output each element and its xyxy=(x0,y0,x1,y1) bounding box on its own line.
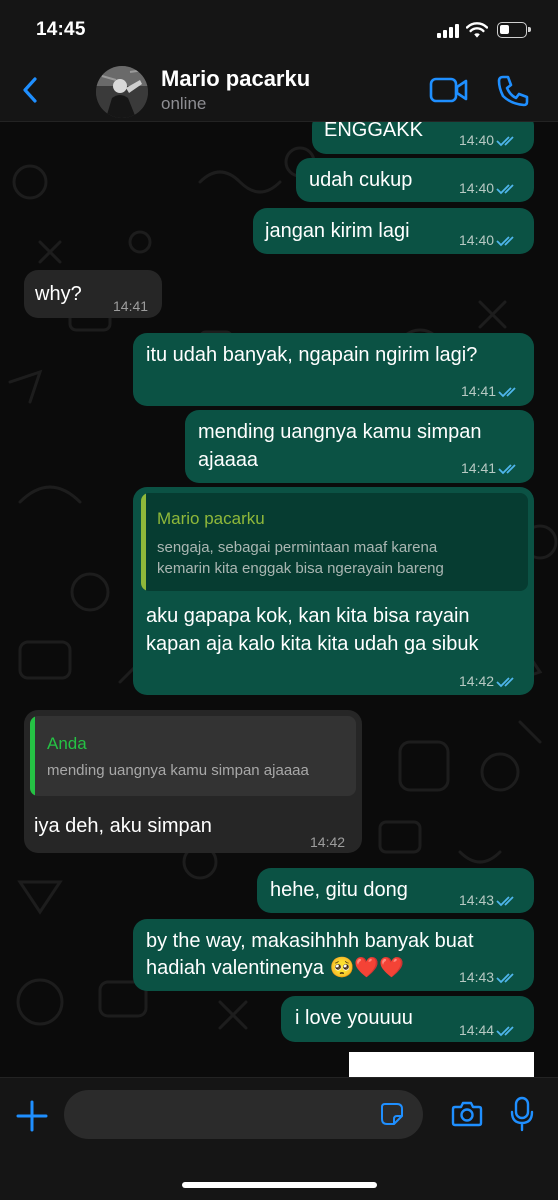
message-text-line: aku gapapa kok, kan kita bisa rayain xyxy=(146,605,470,627)
read-ticks-icon xyxy=(496,896,514,907)
message-meta: 14:42 xyxy=(310,828,345,856)
message-meta: 14:40 xyxy=(459,226,518,254)
message-bubble-outgoing[interactable]: udah cukup 14:40 xyxy=(296,158,534,202)
message-time: 14:42 xyxy=(310,834,346,850)
message-text-line: mending uangnya kamu simpan xyxy=(198,421,482,443)
read-ticks-icon xyxy=(496,1026,514,1037)
message-text: iya deh, aku simpan xyxy=(34,815,212,837)
status-bar: 14:45 xyxy=(0,0,558,58)
back-button[interactable] xyxy=(18,74,44,106)
quoted-message[interactable]: Anda mending uangnya kamu simpan ajaaaa xyxy=(30,716,356,796)
message-meta: 14:42 xyxy=(459,667,518,695)
microphone-button[interactable] xyxy=(509,1096,535,1132)
read-ticks-icon xyxy=(498,387,516,398)
message-bubble-outgoing[interactable]: itu udah banyak, ngapain ngirim lagi? 14… xyxy=(133,333,534,406)
quote-text: mending uangnya kamu simpan ajaaaa xyxy=(47,762,309,779)
message-time: 14:43 xyxy=(459,892,495,908)
message-time: 14:44 xyxy=(459,1022,495,1038)
message-bubble-outgoing[interactable]: hehe, gitu dong 14:43 xyxy=(257,868,534,913)
message-meta: 14:40 xyxy=(459,126,518,154)
quote-bar xyxy=(30,716,35,796)
message-meta: 14:40 xyxy=(459,174,518,202)
message-text: ENGGAKK xyxy=(324,122,423,141)
message-text: why? xyxy=(35,283,82,305)
wifi-icon xyxy=(466,22,488,38)
contact-status: online xyxy=(161,94,207,113)
message-text: itu udah banyak, ngapain ngirim lagi? xyxy=(146,344,478,366)
quote-author: Anda xyxy=(47,734,87,753)
read-ticks-icon xyxy=(496,136,514,147)
message-bubble-outgoing[interactable]: ENGGAKK 14:40 xyxy=(312,122,534,154)
home-indicator xyxy=(182,1182,377,1188)
quote-text-line: sengaja, sebagai permintaan maaf karena xyxy=(157,539,438,556)
message-bubble-outgoing[interactable]: Mario pacarku sengaja, sebagai permintaa… xyxy=(133,487,534,695)
message-bubble-outgoing[interactable]: i love youuuu 14:44 xyxy=(281,996,534,1042)
message-input[interactable] xyxy=(64,1090,423,1139)
message-meta: 14:44 xyxy=(459,1016,518,1044)
chat-header: Mario pacarku online xyxy=(0,58,558,122)
status-time: 14:45 xyxy=(36,19,86,40)
message-bubble-outgoing[interactable]: jangan kirim lagi 14:40 xyxy=(253,208,534,254)
message-meta: 14:41 xyxy=(461,377,520,405)
video-call-button[interactable] xyxy=(429,76,469,104)
contact-avatar[interactable] xyxy=(96,66,148,118)
message-text-line: by the way, makasihhhh banyak buat xyxy=(146,930,474,952)
message-meta: 14:41 xyxy=(113,292,148,320)
message-text: udah cukup xyxy=(309,169,413,191)
chat-area[interactable]: ENGGAKK 14:40 udah cukup 14:40 jangan ki… xyxy=(0,122,558,1077)
camera-button[interactable] xyxy=(451,1100,483,1128)
message-text: jangan kirim lagi xyxy=(265,220,410,242)
message-text: i love youuuu xyxy=(295,1007,413,1029)
cellular-signal-icon xyxy=(437,24,461,38)
quote-bar xyxy=(141,493,146,591)
read-ticks-icon xyxy=(498,464,516,475)
contact-name[interactable]: Mario pacarku xyxy=(161,66,310,92)
message-text-line: kapan aja kalo kita kita udah ga sibuk xyxy=(146,633,479,655)
message-text-line: hadiah valentinenya 🥺❤️❤️ xyxy=(146,957,405,979)
voice-call-button[interactable] xyxy=(496,74,530,108)
message-time: 14:41 xyxy=(113,298,149,314)
input-bar xyxy=(0,1077,558,1200)
read-ticks-icon xyxy=(496,677,514,688)
read-ticks-icon xyxy=(496,236,514,247)
message-time: 14:40 xyxy=(459,232,495,248)
message-bubble-outgoing[interactable]: mending uangnya kamu simpan ajaaaa 14:41 xyxy=(185,410,534,483)
quote-author: Mario pacarku xyxy=(157,509,265,528)
message-time: 14:40 xyxy=(459,132,495,148)
read-ticks-icon xyxy=(496,184,514,195)
message-time: 14:40 xyxy=(459,180,495,196)
message-bubble-incoming[interactable]: why? 14:41 xyxy=(24,270,162,318)
message-time: 14:41 xyxy=(461,383,497,399)
sticker-button[interactable] xyxy=(380,1102,404,1126)
message-bubble-incoming[interactable]: Anda mending uangnya kamu simpan ajaaaa … xyxy=(24,710,362,853)
message-text-line: ajaaaa xyxy=(198,449,259,471)
message-meta: 14:43 xyxy=(459,886,518,914)
message-meta: 14:43 xyxy=(459,963,518,991)
quoted-message[interactable]: Mario pacarku sengaja, sebagai permintaa… xyxy=(141,493,528,591)
message-time: 14:41 xyxy=(461,460,497,476)
quote-text-line: kemarin kita enggak bisa ngerayain baren… xyxy=(157,560,444,577)
message-text: hehe, gitu dong xyxy=(270,879,408,901)
message-time: 14:42 xyxy=(459,673,495,689)
redaction-block xyxy=(349,1052,534,1077)
message-meta: 14:41 xyxy=(461,454,520,482)
read-ticks-icon xyxy=(496,973,514,984)
message-time: 14:43 xyxy=(459,969,495,985)
battery-icon xyxy=(497,22,531,38)
message-bubble-outgoing[interactable]: by the way, makasihhhh banyak buat hadia… xyxy=(133,919,534,991)
attach-plus-button[interactable] xyxy=(16,1100,48,1132)
